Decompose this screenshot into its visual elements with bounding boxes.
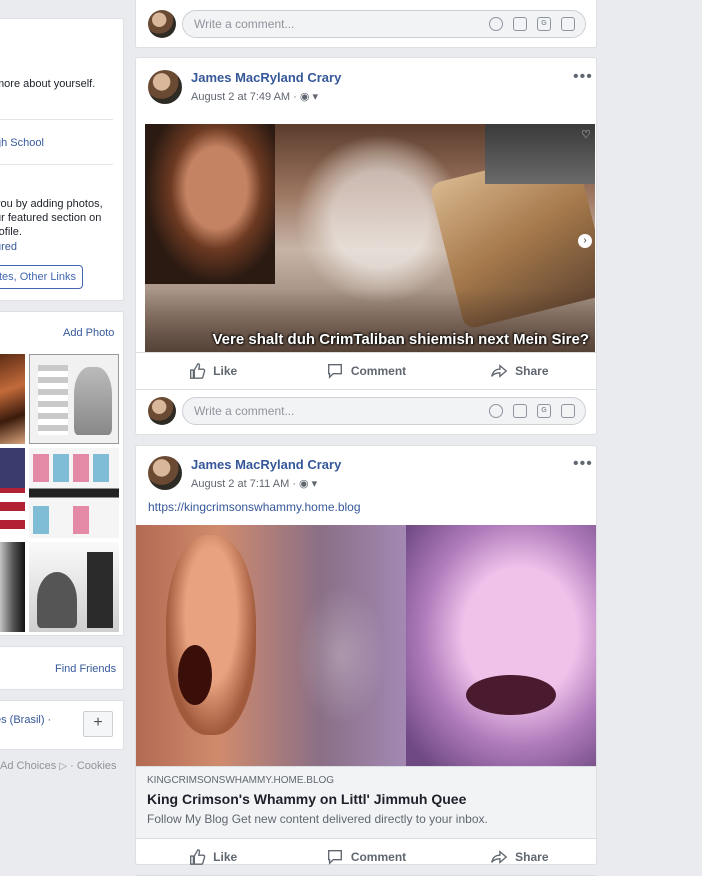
camera-icon[interactable] (513, 404, 527, 418)
photo-thumbnail[interactable] (29, 448, 119, 538)
share-arrow-icon (491, 850, 508, 864)
divider (0, 119, 113, 120)
speech-bubble-icon (327, 364, 342, 379)
comment-button[interactable]: Comment (289, 839, 442, 875)
add-language-button[interactable]: + (83, 711, 113, 737)
thumbs-up-icon (190, 363, 206, 379)
featured-link[interactable]: ured (0, 240, 17, 254)
ad-choices-link[interactable]: Ad Choices (0, 760, 56, 772)
post-photo[interactable]: Vere shalt duh CrimTaliban shiemish next… (145, 124, 595, 352)
post-author[interactable]: James MacRyland Crary (191, 70, 341, 85)
photo-thumbnail[interactable] (0, 448, 25, 538)
intro-text: more about yourself. (0, 78, 96, 90)
post-timestamp[interactable]: August 2 at 7:11 AM · ◉ ▾ (191, 477, 317, 490)
like-label: Like (213, 850, 238, 864)
gif-icon[interactable]: G (537, 17, 551, 31)
featured-text-2: ur featured section on (0, 212, 102, 224)
link-preview-image[interactable] (136, 525, 596, 766)
sticker-icon[interactable] (561, 17, 575, 31)
featured-text-1: you by adding photos, (0, 198, 103, 210)
link-preview-card[interactable]: KINGCRIMSONSWHAMMY.HOME.BLOG King Crimso… (136, 766, 596, 839)
speech-bubble-icon (327, 850, 342, 865)
share-label: Share (515, 364, 549, 378)
language-link[interactable]: ês (Brasil) · (0, 713, 51, 727)
link-description: Follow My Blog Get new content delivered… (147, 812, 488, 826)
more-options-icon[interactable]: ••• (573, 69, 593, 85)
next-arrow-icon[interactable]: › (578, 234, 592, 248)
intro-card: more about yourself. gh School you by ad… (0, 18, 124, 301)
post-tail: Write a comment... G (135, 0, 597, 48)
post-date[interactable]: August 2 at 7:11 AM (191, 478, 289, 490)
language-card: ês (Brasil) · + (0, 700, 124, 750)
post: James MacRyland Crary August 2 at 7:49 A… (135, 57, 597, 435)
post-actions: Like Comment Share (136, 838, 596, 876)
photo-thumbnail[interactable] (29, 542, 119, 632)
featured-text-3: rofile. (0, 226, 22, 238)
footer-links: Ad Choices ▷ · Cookies (0, 760, 117, 772)
comment-placeholder: Write a comment... (194, 17, 295, 31)
photo-thumbnail[interactable] (0, 542, 25, 632)
friends-card: Find Friends (0, 646, 124, 690)
comment-label: Comment (350, 364, 407, 378)
share-button[interactable]: Share (443, 839, 596, 875)
like-label: Like (213, 364, 238, 378)
post-date[interactable]: August 2 at 7:49 AM (191, 91, 290, 103)
like-button[interactable]: Like (136, 839, 289, 875)
divider (0, 164, 113, 165)
photo-thumbnail[interactable] (29, 354, 119, 444)
link-domain: KINGCRIMSONSWHAMMY.HOME.BLOG (147, 775, 335, 786)
photos-card: Add Photo (0, 311, 124, 636)
share-label: Share (515, 850, 549, 864)
avatar[interactable] (148, 70, 182, 104)
globe-icon[interactable]: · ◉ ▾ (292, 478, 317, 490)
school-link[interactable]: gh School (0, 136, 44, 150)
like-button[interactable]: Like (136, 353, 289, 389)
comment-placeholder: Write a comment... (194, 404, 295, 418)
link-title[interactable]: King Crimson's Whammy on Littl' Jimmuh Q… (147, 791, 466, 807)
share-arrow-icon (491, 364, 508, 378)
thumbs-up-icon (190, 849, 206, 865)
camera-icon[interactable] (513, 17, 527, 31)
add-photo-link[interactable]: Add Photo (63, 326, 114, 340)
comment-input[interactable]: Write a comment... G (182, 10, 586, 38)
gif-icon[interactable]: G (537, 404, 551, 418)
more-options-icon[interactable]: ••• (573, 456, 593, 472)
heart-icon[interactable]: ♡ (581, 128, 591, 141)
avatar[interactable] (148, 10, 176, 38)
emoji-icon[interactable] (489, 404, 503, 418)
share-button[interactable]: Share (443, 353, 596, 389)
add-links-button[interactable]: ites, Other Links (0, 265, 83, 289)
cookies-link[interactable]: · Cookies (70, 760, 116, 772)
post-timestamp[interactable]: August 2 at 7:49 AM · ◉ ▾ (191, 90, 318, 103)
avatar[interactable] (148, 397, 176, 425)
globe-icon[interactable]: · ◉ ▾ (293, 91, 318, 103)
sticker-icon[interactable] (561, 404, 575, 418)
photo-thumbnail[interactable] (0, 354, 25, 444)
avatar[interactable] (148, 456, 182, 490)
comment-input[interactable]: Write a comment... G (182, 397, 586, 425)
ad-choices-icon: ▷ (59, 761, 68, 772)
comment-button[interactable]: Comment (289, 353, 442, 389)
post-actions: Like Comment Share (136, 352, 596, 390)
comment-label: Comment (350, 850, 407, 864)
photo-caption: Vere shalt duh CrimTaliban shiemish next… (212, 331, 590, 348)
find-friends-link[interactable]: Find Friends (55, 662, 116, 676)
post-link[interactable]: https://kingcrimsonswhammy.home.blog (148, 500, 361, 514)
post: James MacRyland Crary August 2 at 7:11 A… (135, 445, 597, 876)
post-author[interactable]: James MacRyland Crary (191, 457, 341, 472)
emoji-icon[interactable] (489, 17, 503, 31)
